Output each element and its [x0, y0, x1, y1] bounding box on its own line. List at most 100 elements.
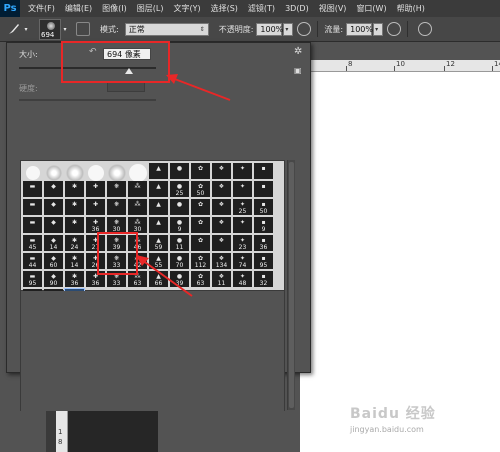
pressure-opacity-icon[interactable] [297, 22, 312, 36]
brush-preset[interactable]: ✿ [191, 199, 210, 215]
preset-scrollbar[interactable] [287, 160, 295, 410]
flow-field[interactable]: 100% [346, 22, 373, 36]
brush-preset[interactable]: ❋ [107, 199, 126, 215]
brush-preset[interactable]: ✿ [191, 235, 210, 251]
brush-preset[interactable] [65, 163, 84, 182]
brush-preset[interactable]: ✿ [191, 163, 210, 179]
brush-preset[interactable]: ▲ 59 [149, 235, 168, 251]
flow-dropdown[interactable]: ▾ [373, 22, 384, 36]
brush-preset[interactable]: ● [170, 163, 189, 179]
brush-preset[interactable]: ✚ [86, 181, 105, 197]
brush-preset[interactable]: ✿ 50 [191, 181, 210, 197]
brush-preset[interactable]: ▲ 55 [149, 253, 168, 269]
brush-preset[interactable]: ✱ 14 [65, 253, 84, 269]
brush-preset[interactable]: ◆ 60 [44, 253, 63, 269]
brush-preset[interactable]: ✿ [191, 217, 210, 233]
menu-layer[interactable]: 图层(L) [137, 3, 164, 14]
document-canvas[interactable] [300, 72, 500, 452]
brush-preset[interactable]: ✦ [233, 217, 252, 233]
brush-preset[interactable]: ▪ [254, 181, 273, 197]
brush-preset[interactable]: ❖ 11 [212, 271, 231, 287]
brush-preset[interactable]: ❖ [212, 235, 231, 251]
brush-preset[interactable]: ◆ [44, 199, 63, 215]
brush-preset[interactable]: ● 39 [170, 271, 189, 287]
brush-preset[interactable]: ✦ [233, 181, 252, 197]
brush-preset[interactable]: ◆ 90 [44, 271, 63, 287]
gear-icon[interactable]: ✲ [294, 46, 306, 58]
brush-preset[interactable]: ✚ [86, 199, 105, 215]
brush-preset[interactable]: ✦ 48 [233, 271, 252, 287]
brush-preset[interactable]: ● 25 [170, 181, 189, 197]
scrollbar-thumb[interactable] [289, 162, 294, 408]
tool-dropdown-icon[interactable]: ▾ [23, 21, 29, 37]
preset-dropdown-icon[interactable]: ▾ [62, 21, 68, 37]
brush-preset[interactable]: ✱ [65, 217, 84, 233]
brush-preset[interactable]: ✦ 25 [233, 199, 252, 215]
brush-preset[interactable]: ◆ [44, 181, 63, 197]
brush-preset[interactable]: ▬ 45 [23, 235, 42, 251]
hardness-input[interactable] [107, 82, 145, 92]
brush-preset[interactable]: ❖ [212, 163, 231, 179]
hardness-slider[interactable] [19, 99, 156, 101]
brush-preset[interactable] [23, 163, 42, 182]
brush-preset[interactable]: ● [170, 199, 189, 215]
brush-preset[interactable]: ❖ [212, 181, 231, 197]
brush-preset[interactable]: ▪ 32 [254, 271, 273, 287]
brush-preset[interactable]: ● 70 [170, 253, 189, 269]
menu-filter[interactable]: 滤镜(T) [248, 3, 275, 14]
opacity-field[interactable]: 100% [256, 22, 283, 36]
brush-preset[interactable]: ❋ [107, 181, 126, 197]
menu-edit[interactable]: 编辑(E) [65, 3, 92, 14]
brush-preset[interactable]: ▲ 66 [149, 271, 168, 287]
brush-preset[interactable] [128, 163, 147, 182]
brush-preset[interactable]: ✱ [65, 181, 84, 197]
pressure-size-icon[interactable] [418, 22, 433, 36]
brush-preset[interactable]: ❋ 30 [107, 217, 126, 233]
brush-preset[interactable]: ▬ 95 [23, 271, 42, 287]
menu-select[interactable]: 选择(S) [211, 3, 238, 14]
brush-preset[interactable]: ⁂ [128, 199, 147, 215]
brush-preset[interactable]: ▪ 95 [254, 253, 273, 269]
brush-preset[interactable]: ◆ [44, 217, 63, 233]
menu-window[interactable]: 窗口(W) [356, 3, 386, 14]
brush-preset[interactable]: ✿ 63 [191, 271, 210, 287]
brush-preset[interactable]: ▲ [149, 163, 168, 179]
brush-preset[interactable]: ▪ [254, 163, 273, 179]
menu-view[interactable]: 视图(V) [319, 3, 347, 14]
brush-preset[interactable] [86, 163, 105, 182]
menu-file[interactable]: 文件(F) [28, 3, 55, 14]
brush-panel-toggle-icon[interactable] [76, 22, 90, 36]
brush-preset-picker[interactable]: 694 [39, 18, 61, 40]
brush-preset[interactable]: ✱ [65, 199, 84, 215]
airbrush-icon[interactable] [387, 22, 402, 36]
brush-preset[interactable]: ● 9 [170, 217, 189, 233]
mode-select[interactable]: 正常 ⇕ [124, 22, 209, 36]
brush-preset[interactable]: ❖ [212, 199, 231, 215]
brush-preset[interactable]: ✦ 23 [233, 235, 252, 251]
menu-3d[interactable]: 3D(D) [285, 4, 309, 13]
brush-preset[interactable]: ▬ [23, 217, 42, 233]
brush-preset[interactable]: ▬ [23, 181, 42, 197]
menu-type[interactable]: 文字(Y) [173, 3, 200, 14]
brush-preset[interactable]: ▪ 36 [254, 235, 273, 251]
brush-preset[interactable]: ◆ 14 [44, 235, 63, 251]
menu-help[interactable]: 帮助(H) [397, 3, 425, 14]
brush-preset[interactable]: ▲ [149, 181, 168, 197]
brush-preset[interactable]: ✚ 36 [86, 217, 105, 233]
brush-preset[interactable]: ✦ [233, 163, 252, 179]
brush-preset[interactable]: ▲ [149, 217, 168, 233]
brush-preset[interactable]: ✿ 112 [191, 253, 210, 269]
brush-preset[interactable]: ▪ 50 [254, 199, 273, 215]
brush-preset[interactable]: ▬ 44 [23, 253, 42, 269]
brush-preset[interactable]: ● 11 [170, 235, 189, 251]
brush-tool-icon[interactable] [6, 21, 22, 37]
brush-preset[interactable]: ▪ 9 [254, 217, 273, 233]
brush-preset[interactable] [44, 163, 63, 182]
menu-image[interactable]: 图像(I) [102, 3, 127, 14]
brush-preset[interactable]: ✱ 36 [65, 271, 84, 287]
brush-preset[interactable] [107, 163, 126, 182]
brush-preset[interactable]: ⁂ [128, 181, 147, 197]
new-preset-icon[interactable]: ▣ [294, 66, 304, 76]
opacity-dropdown[interactable]: ▾ [283, 22, 294, 36]
brush-preset[interactable]: ❖ [212, 217, 231, 233]
